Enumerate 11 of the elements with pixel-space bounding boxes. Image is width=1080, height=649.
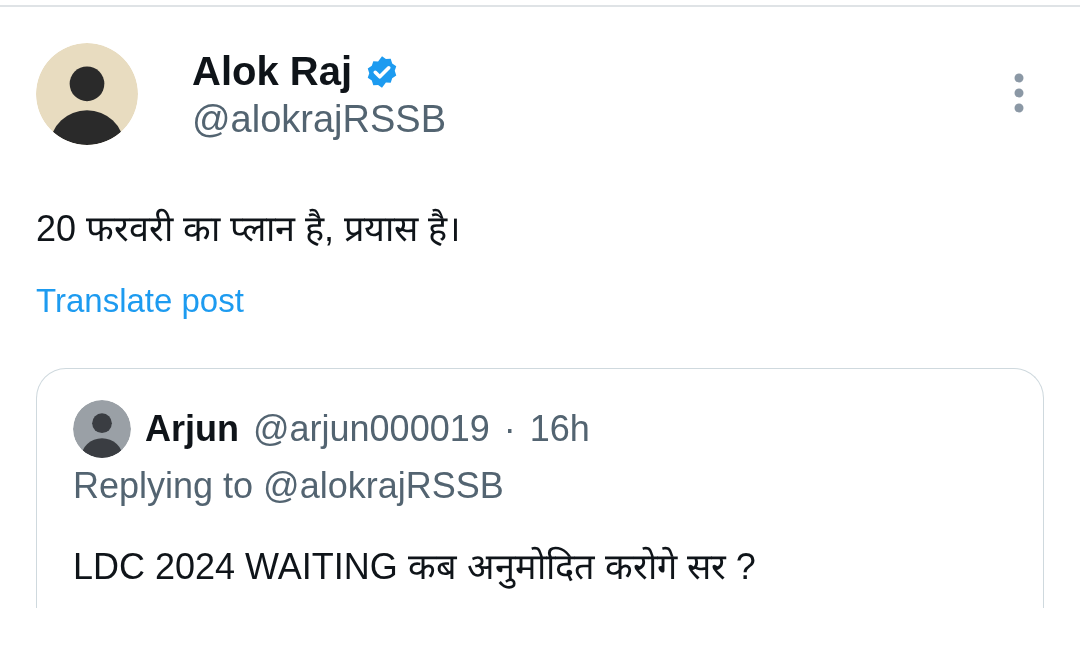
author-name[interactable]: Alok Raj [192, 49, 353, 94]
author-handle[interactable]: @alokrajRSSB [192, 98, 1014, 141]
user-handle[interactable]: @arjun000019 [253, 408, 490, 450]
separator-dot: · [503, 408, 516, 450]
more-options-icon[interactable] [1014, 73, 1024, 113]
replying-to-text: Replying to @alokrajRSSB [73, 465, 505, 507]
quoted-post-text: LDC 2024 WAITING कब अनुमोदित करोगे सर ? [73, 545, 757, 590]
post-text: 20 फरवरी का प्लान है, प्रयास है। [35, 207, 463, 251]
quoted-post-card[interactable]: Arjun @arjun000019 · 16h Replying to @alokrajRSSB LDC 2024 WAITING कब अनुमोदित करोगे सर ? [36, 368, 1044, 608]
user-name[interactable]: Arjun [145, 408, 239, 450]
post-time[interactable]: 16h [529, 408, 590, 450]
